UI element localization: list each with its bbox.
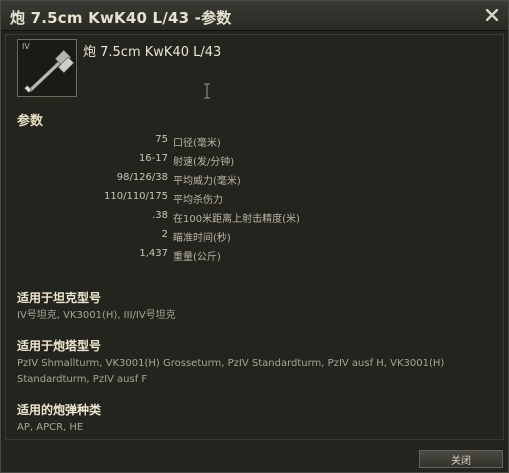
stat-row-aim-time: 2 瞄准时间(秒) (6, 229, 406, 247)
stat-row-penetration: 98/126/38 平均威力(毫米) (6, 172, 406, 190)
stat-label: 射速(发/分钟) (173, 157, 235, 168)
text-cursor-icon (204, 83, 210, 99)
content-panel: IV 炮 7.5cm KwK40 L/43 参数 75 口径(毫米) 16-17… (5, 34, 504, 440)
stat-row-damage: 110/110/175 平均杀伤力 (6, 191, 406, 209)
stat-value: 1,437 (139, 248, 168, 259)
stat-value: 2 (161, 229, 168, 240)
stat-label: 口径(毫米) (173, 138, 221, 149)
stat-label: 平均威力(毫米) (173, 176, 241, 187)
stat-row-rate-of-fire: 16-17 射速(发/分钟) (6, 153, 406, 171)
stat-row-weight: 1,437 重量(公斤) (6, 248, 406, 266)
ammo-types-list: AP, APCR, HE (17, 422, 84, 433)
stat-label: 在100米距离上射击精度(米) (173, 214, 300, 225)
tier-label: IV (22, 42, 30, 51)
title-bar[interactable]: 炮 7.5cm KwK40 L/43 -参数 (1, 1, 508, 31)
module-icon-frame: IV (17, 39, 77, 97)
ammo-types-heading: 适用的炮弹种类 (17, 403, 102, 417)
stat-row-accuracy: .38 在100米距离上射击精度(米) (6, 210, 406, 228)
stat-value: .38 (152, 210, 168, 221)
module-name: 炮 7.5cm KwK40 L/43 (83, 45, 222, 60)
stat-label: 瞄准时间(秒) (173, 233, 231, 244)
stat-value: 16-17 (138, 153, 168, 164)
window-title: 炮 7.5cm KwK40 L/43 -参数 (10, 9, 232, 27)
compatible-turrets-list: PzIV Shmallturm, VK3001(H) Grosseturm, P… (17, 358, 445, 385)
stat-value: 75 (155, 134, 168, 145)
stat-value: 110/110/175 (104, 191, 168, 202)
compatible-tanks-list: IV号坦克, VK3001(H), III/IV号坦克 (17, 310, 176, 321)
params-heading: 参数 (17, 114, 44, 129)
stat-label: 平均杀伤力 (173, 195, 223, 206)
stat-row-caliber: 75 口径(毫米) (6, 134, 406, 152)
close-button[interactable]: 关闭 (419, 450, 503, 468)
module-info-window: 炮 7.5cm KwK40 L/43 -参数 IV 炮 7.5cm KwK40 (0, 0, 509, 473)
stat-label: 重量(公斤) (173, 252, 221, 263)
compatible-tanks-heading: 适用于坦克型号 (17, 291, 102, 305)
compatible-turrets-heading: 适用于炮塔型号 (17, 339, 102, 353)
stat-value: 98/126/38 (116, 172, 168, 183)
close-icon[interactable] (483, 6, 501, 24)
